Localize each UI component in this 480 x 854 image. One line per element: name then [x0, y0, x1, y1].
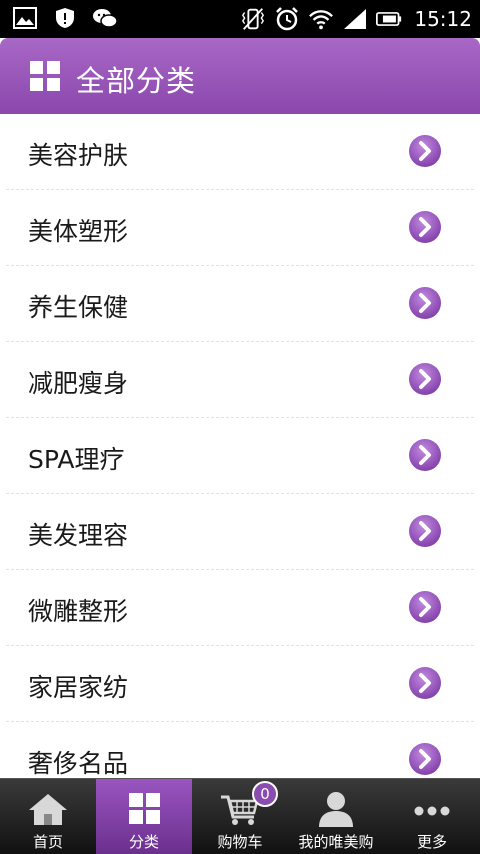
- vibrate-icon: [240, 7, 266, 31]
- chevron-right-icon[interactable]: [408, 742, 442, 776]
- category-row-body-shaping[interactable]: 美体塑形: [6, 190, 474, 266]
- grid-icon: [30, 61, 60, 91]
- chevron-right-icon[interactable]: [408, 286, 442, 320]
- tab-label: 我的唯美购: [298, 833, 374, 851]
- shield-icon: [52, 6, 78, 30]
- image-icon: [12, 6, 38, 30]
- cart-count-badge: 0: [252, 781, 278, 807]
- tab-label: 更多: [416, 833, 447, 851]
- grid-icon: [123, 791, 165, 827]
- battery-icon: [376, 7, 402, 31]
- tab-category[interactable]: 分类: [96, 779, 192, 854]
- chevron-right-icon[interactable]: [408, 590, 442, 624]
- status-bar: 15:12: [0, 0, 480, 38]
- chevron-right-icon[interactable]: [408, 362, 442, 396]
- category-row-home-textiles[interactable]: 家居家纺: [6, 646, 474, 722]
- alarm-icon: [274, 7, 300, 31]
- tab-more[interactable]: 更多: [384, 779, 480, 854]
- category-row-hair-salon[interactable]: 美发理容: [6, 494, 474, 570]
- tab-cart[interactable]: 0 购物车: [192, 779, 288, 854]
- category-row-weight-loss[interactable]: 减肥瘦身: [6, 342, 474, 418]
- category-label: 美发理容: [28, 521, 129, 550]
- more-icon: [411, 791, 453, 827]
- tab-label: 首页: [32, 833, 63, 851]
- chevron-right-icon[interactable]: [408, 210, 442, 244]
- category-label: 美体塑形: [28, 217, 129, 246]
- category-row-beauty-skincare[interactable]: 美容护肤: [6, 114, 474, 190]
- chevron-right-icon[interactable]: [408, 514, 442, 548]
- category-row-health-care[interactable]: 养生保健: [6, 266, 474, 342]
- page-title: 全部分类: [76, 64, 197, 98]
- bottom-tab-bar: 首页 分类 0 购物车 我的唯美购 更多: [0, 778, 480, 854]
- chevron-right-icon[interactable]: [408, 666, 442, 700]
- category-label: 奢侈名品: [28, 749, 129, 778]
- wechat-icon: [92, 6, 118, 30]
- tab-home[interactable]: 首页: [0, 779, 96, 854]
- user-icon: [315, 791, 357, 827]
- tab-label: 分类: [128, 833, 159, 851]
- category-list: 美容护肤 美体塑形 养生保健 减肥瘦身 SPA理疗 美发理容 微雕整形 家居家纺…: [0, 114, 480, 778]
- category-label: 养生保健: [28, 293, 129, 322]
- chevron-right-icon[interactable]: [408, 134, 442, 168]
- chevron-right-icon[interactable]: [408, 438, 442, 472]
- signal-icon: [342, 7, 368, 31]
- tab-my-account[interactable]: 我的唯美购: [288, 779, 384, 854]
- tab-label: 购物车: [217, 833, 263, 851]
- home-icon: [27, 791, 69, 827]
- category-label: 微雕整形: [28, 597, 129, 626]
- wifi-icon: [308, 7, 334, 31]
- category-row-micro-plastic[interactable]: 微雕整形: [6, 570, 474, 646]
- category-row-luxury[interactable]: 奢侈名品: [6, 722, 474, 778]
- category-label: 美容护肤: [28, 141, 129, 170]
- status-time: 15:12: [414, 7, 472, 31]
- category-label: 家居家纺: [28, 673, 129, 702]
- category-label: 减肥瘦身: [28, 369, 129, 398]
- category-row-spa[interactable]: SPA理疗: [6, 418, 474, 494]
- page-header: 全部分类: [0, 38, 480, 114]
- category-label: SPA理疗: [28, 445, 125, 474]
